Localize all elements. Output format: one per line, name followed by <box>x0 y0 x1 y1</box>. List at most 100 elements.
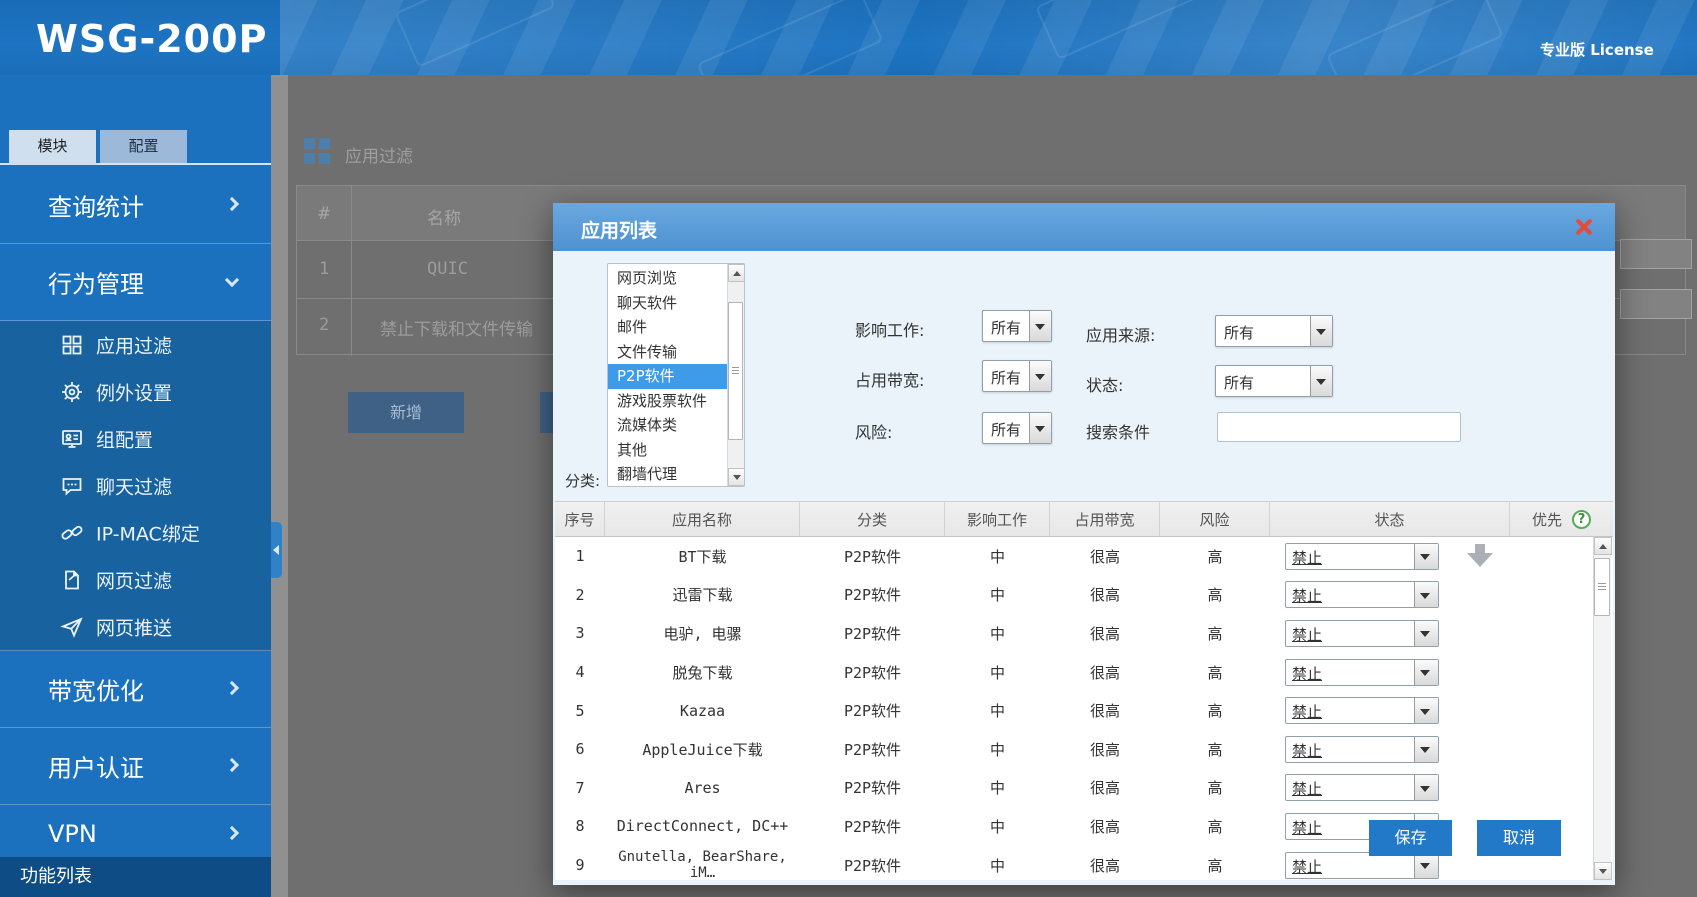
status-filter-label: 状态: <box>1086 372 1123 396</box>
header-bandwidth: 占用带宽 <box>1050 502 1160 536</box>
category-option[interactable]: 其他 <box>608 438 727 463</box>
source-filter-label: 应用来源: <box>1086 322 1155 346</box>
product-logo: WSG-200P <box>36 17 267 61</box>
scroll-up-icon[interactable] <box>728 264 745 282</box>
table-row: 2 迅雷下载 P2P软件 中 很高 高 禁止 <box>555 576 1613 615</box>
listbox-scrollbar[interactable] <box>727 264 744 486</box>
table-row: 5 Kazaa P2P软件 中 很高 高 禁止 <box>555 691 1613 730</box>
dimmed-input <box>1620 239 1692 269</box>
chevron-right-icon <box>225 826 239 840</box>
feature-list-bar[interactable]: 功能列表 <box>0 857 271 897</box>
category-option[interactable]: 邮件 <box>608 315 727 340</box>
tab-config[interactable]: 配置 <box>100 130 187 163</box>
policy-row-name: QUIC <box>427 259 468 279</box>
risk-filter-select[interactable]: 所有 <box>982 412 1052 444</box>
table-row: 3 电驴, 电骡 P2P软件 中 很高 高 禁止 <box>555 614 1613 653</box>
sidebar-item-query-stats[interactable]: 查询统计 <box>0 167 271 244</box>
category-option[interactable]: 翻墙代理 <box>608 462 727 487</box>
source-filter-select[interactable]: 所有 <box>1215 315 1333 347</box>
sidebar-tabs: 模块 配置 <box>0 130 271 165</box>
behavior-submenu: 应用过滤 例外设置 组配置 聊天过滤 <box>0 321 271 651</box>
table-row: 6 AppleJuice下载 P2P软件 中 很高 高 禁止 <box>555 730 1613 769</box>
header-name: 应用名称 <box>605 502 800 536</box>
scrollbar-thumb[interactable] <box>1594 558 1610 616</box>
sidebar-item-chat-filter[interactable]: 聊天过滤 <box>0 462 271 509</box>
scroll-down-icon[interactable] <box>728 468 745 486</box>
send-icon <box>60 615 84 639</box>
gear-icon <box>60 380 84 404</box>
sidebar-collapse-handle[interactable] <box>271 522 282 578</box>
status-select[interactable]: 禁止 <box>1285 581 1439 608</box>
impact-filter-label: 影响工作: <box>855 317 924 341</box>
app-table-body: 1 BT下载 P2P软件 中 很高 高 禁止 2 迅雷下载 P2P软件 中 很高… <box>555 537 1613 880</box>
category-option[interactable]: 文件传输 <box>608 340 727 365</box>
category-option[interactable]: 网页浏览 <box>608 266 727 291</box>
priority-down-arrow-icon[interactable] <box>1467 544 1493 568</box>
cancel-button[interactable]: 取消 <box>1477 820 1561 856</box>
table-row: 8 DirectConnect, DC++ P2P软件 中 很高 高 禁止 <box>555 807 1613 846</box>
dropdown-arrow-icon <box>1029 413 1051 443</box>
sidebar-item-user-auth[interactable]: 用户认证 <box>0 728 271 805</box>
chevron-right-icon <box>225 758 239 772</box>
category-listbox[interactable]: 网页浏览 聊天软件 邮件 文件传输 P2P软件 游戏股票软件 流媒体类 其他 翻… <box>607 263 745 487</box>
sidebar-item-vpn[interactable]: VPN <box>0 805 271 863</box>
table-scrollbar[interactable] <box>1593 537 1611 880</box>
sidebar-item-group-config[interactable]: 组配置 <box>0 415 271 462</box>
category-option[interactable]: 聊天软件 <box>608 291 727 316</box>
sidebar-item-exceptions[interactable]: 例外设置 <box>0 368 271 415</box>
status-select[interactable]: 禁止 <box>1285 697 1439 724</box>
header-category: 分类 <box>800 502 945 536</box>
search-label: 搜索条件 <box>1086 419 1150 443</box>
dropdown-arrow-icon <box>1029 311 1051 341</box>
table-row: 9 Gnutella, BearShare, iM… P2P软件 中 很高 高 … <box>555 846 1613 880</box>
page-title: 应用过滤 <box>345 142 413 167</box>
table-row: 4 脱兔下载 P2P软件 中 很高 高 禁止 <box>555 653 1613 692</box>
category-option[interactable]: 流媒体类 <box>608 413 727 438</box>
status-filter-select[interactable]: 所有 <box>1215 365 1333 397</box>
dialog-titlebar: 应用列表 <box>553 203 1615 251</box>
app-header: WSG-200P 专业版 License <box>0 0 1697 75</box>
sidebar-item-web-filter[interactable]: 网页过滤 <box>0 556 271 603</box>
dimmed-input <box>1620 289 1692 319</box>
header-impact: 影响工作 <box>945 502 1050 536</box>
help-icon[interactable]: ? <box>1572 510 1591 529</box>
dropdown-arrow-icon <box>1414 621 1438 646</box>
sidebar-item-web-push[interactable]: 网页推送 <box>0 603 271 650</box>
header-priority: 优先 ? <box>1510 502 1613 536</box>
scroll-up-icon[interactable] <box>1594 537 1612 555</box>
app-filter-grid-icon <box>304 138 315 149</box>
sidebar-item-behavior-mgmt[interactable]: 行为管理 <box>0 244 271 321</box>
dropdown-arrow-icon <box>1414 698 1438 723</box>
col-header-name: 名称 <box>427 204 461 229</box>
app-list-dialog: 应用列表 网页浏览 聊天软件 邮件 文件传输 P2P软件 游戏股票软件 流媒体类… <box>553 203 1615 885</box>
status-select[interactable]: 禁止 <box>1285 659 1439 686</box>
close-icon[interactable] <box>1573 217 1593 237</box>
save-button[interactable]: 保存 <box>1369 820 1452 856</box>
search-input[interactable] <box>1217 412 1461 442</box>
table-row: 7 Ares P2P软件 中 很高 高 禁止 <box>555 769 1613 808</box>
dropdown-arrow-icon <box>1414 775 1438 800</box>
sidebar-item-ip-mac-binding[interactable]: IP-MAC绑定 <box>0 509 271 556</box>
table-row: 1 BT下载 P2P软件 中 很高 高 禁止 <box>555 537 1613 576</box>
category-option-selected[interactable]: P2P软件 <box>608 364 727 389</box>
status-select[interactable]: 禁止 <box>1285 736 1439 763</box>
status-select[interactable]: 禁止 <box>1285 543 1439 570</box>
scroll-down-icon[interactable] <box>1594 862 1612 880</box>
chat-icon <box>60 474 84 498</box>
category-option[interactable]: 游戏股票软件 <box>608 389 727 414</box>
sidebar-item-bandwidth[interactable]: 带宽优化 <box>0 651 271 728</box>
category-label: 分类: <box>565 470 600 491</box>
tab-modules[interactable]: 模块 <box>9 130 96 165</box>
status-select[interactable]: 禁止 <box>1285 774 1439 801</box>
chevron-down-icon <box>225 273 239 287</box>
sidebar-item-app-filter[interactable]: 应用过滤 <box>0 321 271 368</box>
bandwidth-filter-select[interactable]: 所有 <box>982 360 1052 392</box>
id-card-icon <box>60 427 84 451</box>
col-header-no: # <box>317 204 331 224</box>
scrollbar-thumb[interactable] <box>728 302 743 440</box>
dropdown-arrow-icon <box>1414 853 1438 878</box>
category-option[interactable]: 未知分类 <box>608 487 727 488</box>
header-risk: 风险 <box>1160 502 1270 536</box>
status-select[interactable]: 禁止 <box>1285 620 1439 647</box>
impact-filter-select[interactable]: 所有 <box>982 310 1052 342</box>
